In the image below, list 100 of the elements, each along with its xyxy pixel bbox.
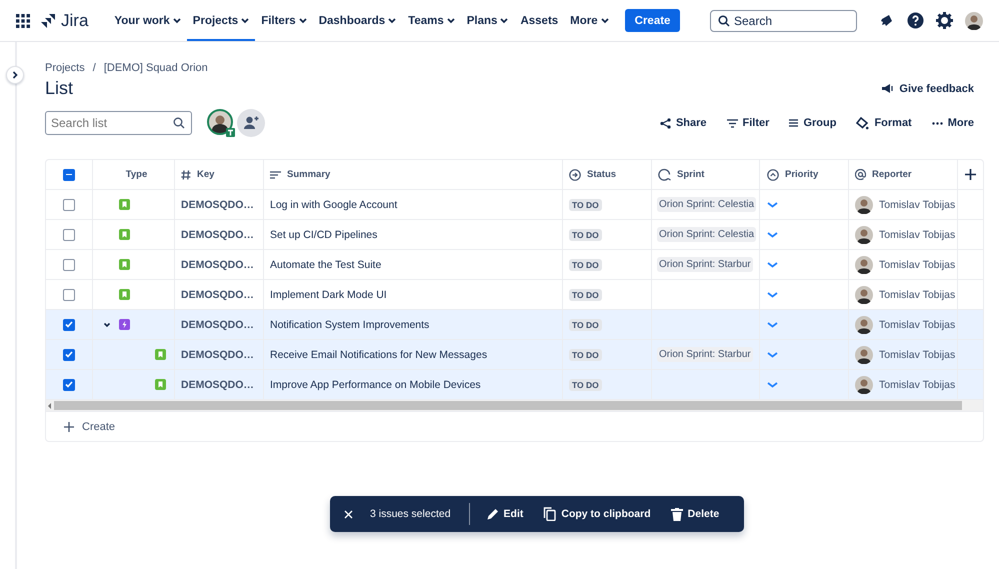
status-lozenge[interactable]: TO DO	[569, 198, 602, 210]
trash-icon	[670, 508, 683, 520]
nav-item[interactable]: Filters	[255, 0, 313, 41]
summary-icon	[270, 170, 281, 178]
issue-key[interactable]: DEMOSQDO…	[181, 348, 254, 360]
column-header[interactable]: Priority	[785, 169, 818, 180]
notifications-icon[interactable]	[879, 12, 895, 28]
toolbar-button[interactable]: More	[932, 117, 974, 129]
row-checkbox[interactable]	[63, 288, 75, 300]
toolbar-button[interactable]: Filter	[726, 117, 770, 129]
settings-icon[interactable]	[936, 12, 953, 29]
nav-item[interactable]: More	[564, 0, 615, 41]
create-button[interactable]: Create	[624, 9, 680, 32]
issue-key[interactable]: DEMOSQDO…	[181, 258, 254, 270]
page-title: List	[45, 78, 74, 99]
reporter-name: Tomislav Tobijas	[879, 378, 956, 390]
selection-action[interactable]: Delete	[670, 508, 720, 520]
chevron-down-icon[interactable]	[767, 292, 778, 298]
reporter-name: Tomislav Tobijas	[879, 258, 956, 270]
sprint-tag[interactable]: Orion Sprint: Starbur	[657, 257, 753, 272]
add-people-icon[interactable]	[237, 109, 265, 137]
plus-icon	[64, 422, 74, 432]
reporter-name: Tomislav Tobijas	[879, 228, 956, 240]
app-switcher-icon[interactable]	[16, 14, 30, 28]
user-avatar[interactable]	[207, 109, 235, 137]
reporter-avatar	[855, 316, 873, 334]
issue-key[interactable]: DEMOSQDO…	[181, 198, 254, 210]
toolbar-button[interactable]: Share	[660, 117, 707, 129]
issue-summary[interactable]: Set up CI/CD Pipelines	[270, 228, 378, 240]
sprint-tag[interactable]: Orion Sprint: Starbur	[657, 347, 753, 362]
select-all-checkbox[interactable]	[63, 168, 75, 180]
chevron-down-icon[interactable]	[767, 232, 778, 238]
chevron-down-icon[interactable]	[767, 382, 778, 388]
scroll-left-icon[interactable]	[48, 402, 51, 408]
issue-key[interactable]: DEMOSQDO…	[181, 318, 254, 330]
nav-item[interactable]: Teams	[402, 0, 461, 41]
expand-sidebar-button[interactable]	[6, 66, 24, 84]
reporter-avatar	[855, 226, 873, 244]
column-header[interactable]: Reporter	[872, 169, 912, 180]
close-icon[interactable]	[344, 510, 353, 518]
add-column-icon[interactable]	[965, 169, 976, 180]
help-icon[interactable]	[907, 12, 924, 29]
row-checkbox[interactable]	[63, 318, 75, 330]
issue-summary[interactable]: Improve App Performance on Mobile Devices	[270, 378, 481, 390]
column-header[interactable]: Type	[126, 169, 148, 180]
issue-summary[interactable]: Notification System Improvements	[270, 318, 430, 330]
nav-item[interactable]: Plans	[460, 0, 514, 41]
selection-action[interactable]: Edit	[486, 508, 524, 520]
breadcrumb-link[interactable]: Projects	[45, 62, 85, 74]
issue-key[interactable]: DEMOSQDO…	[181, 378, 254, 390]
expand-toggle-icon[interactable]	[103, 320, 111, 328]
status-lozenge[interactable]: TO DO	[569, 228, 602, 240]
chevron-down-icon[interactable]	[767, 202, 778, 208]
sprint-tag[interactable]: Orion Sprint: Celestia	[657, 227, 756, 242]
row-checkbox[interactable]	[63, 228, 75, 240]
nav-item[interactable]: Dashboards	[312, 0, 402, 41]
story-icon	[155, 349, 166, 360]
product-name[interactable]: Jira	[61, 10, 88, 30]
reporter-avatar	[855, 286, 873, 304]
breadcrumb-link[interactable]: [DEMO] Squad Orion	[104, 62, 208, 74]
search-list-field[interactable]: Search list	[45, 111, 192, 135]
status-lozenge[interactable]: TO DO	[569, 378, 602, 390]
nav-item[interactable]: Projects	[186, 0, 256, 41]
status-lozenge[interactable]: TO DO	[569, 288, 602, 300]
give-feedback-link[interactable]: Give feedback	[881, 82, 974, 94]
row-checkbox[interactable]	[63, 198, 75, 210]
column-header[interactable]: Sprint	[677, 169, 704, 180]
issue-summary[interactable]: Automate the Test Suite	[270, 258, 382, 270]
issue-summary[interactable]: Receive Email Notifications for New Messages	[270, 348, 488, 360]
chevron-down-icon[interactable]	[767, 352, 778, 358]
nav-item[interactable]: Your work	[108, 0, 187, 41]
copy-icon	[543, 507, 556, 521]
chevron-down-icon[interactable]	[767, 262, 778, 268]
story-icon	[155, 379, 166, 390]
column-header[interactable]: Status	[587, 169, 616, 180]
more-icon	[932, 122, 943, 124]
status-lozenge[interactable]: TO DO	[569, 348, 602, 360]
issue-summary[interactable]: Implement Dark Mode UI	[270, 288, 387, 300]
issue-key[interactable]: DEMOSQDO…	[181, 228, 254, 240]
sprint-tag[interactable]: Orion Sprint: Celestia	[657, 197, 756, 212]
search-field[interactable]: Search	[710, 10, 857, 32]
row-checkbox[interactable]	[63, 348, 75, 360]
selection-action[interactable]: Copy to clipboard	[543, 507, 651, 521]
profile-avatar[interactable]	[965, 12, 983, 30]
horizontal-scrollbar[interactable]	[54, 401, 962, 410]
toolbar-button[interactable]: Format	[856, 116, 912, 130]
status-lozenge[interactable]: TO DO	[569, 318, 602, 330]
logo-icon	[40, 12, 56, 28]
column-header[interactable]: Key	[197, 169, 214, 180]
issue-key[interactable]: DEMOSQDO…	[181, 288, 254, 300]
create-issue-button[interactable]: Create	[64, 420, 116, 432]
row-checkbox[interactable]	[63, 378, 75, 390]
chevron-down-icon[interactable]	[767, 322, 778, 328]
status-lozenge[interactable]: TO DO	[569, 258, 602, 270]
nav-item[interactable]: Assets	[514, 0, 564, 41]
column-header[interactable]: Summary	[287, 169, 330, 180]
row-checkbox[interactable]	[63, 258, 75, 270]
issue-summary[interactable]: Log in with Google Account	[270, 198, 398, 210]
toolbar-button[interactable]: Group	[789, 117, 836, 129]
status-icon	[569, 168, 581, 180]
